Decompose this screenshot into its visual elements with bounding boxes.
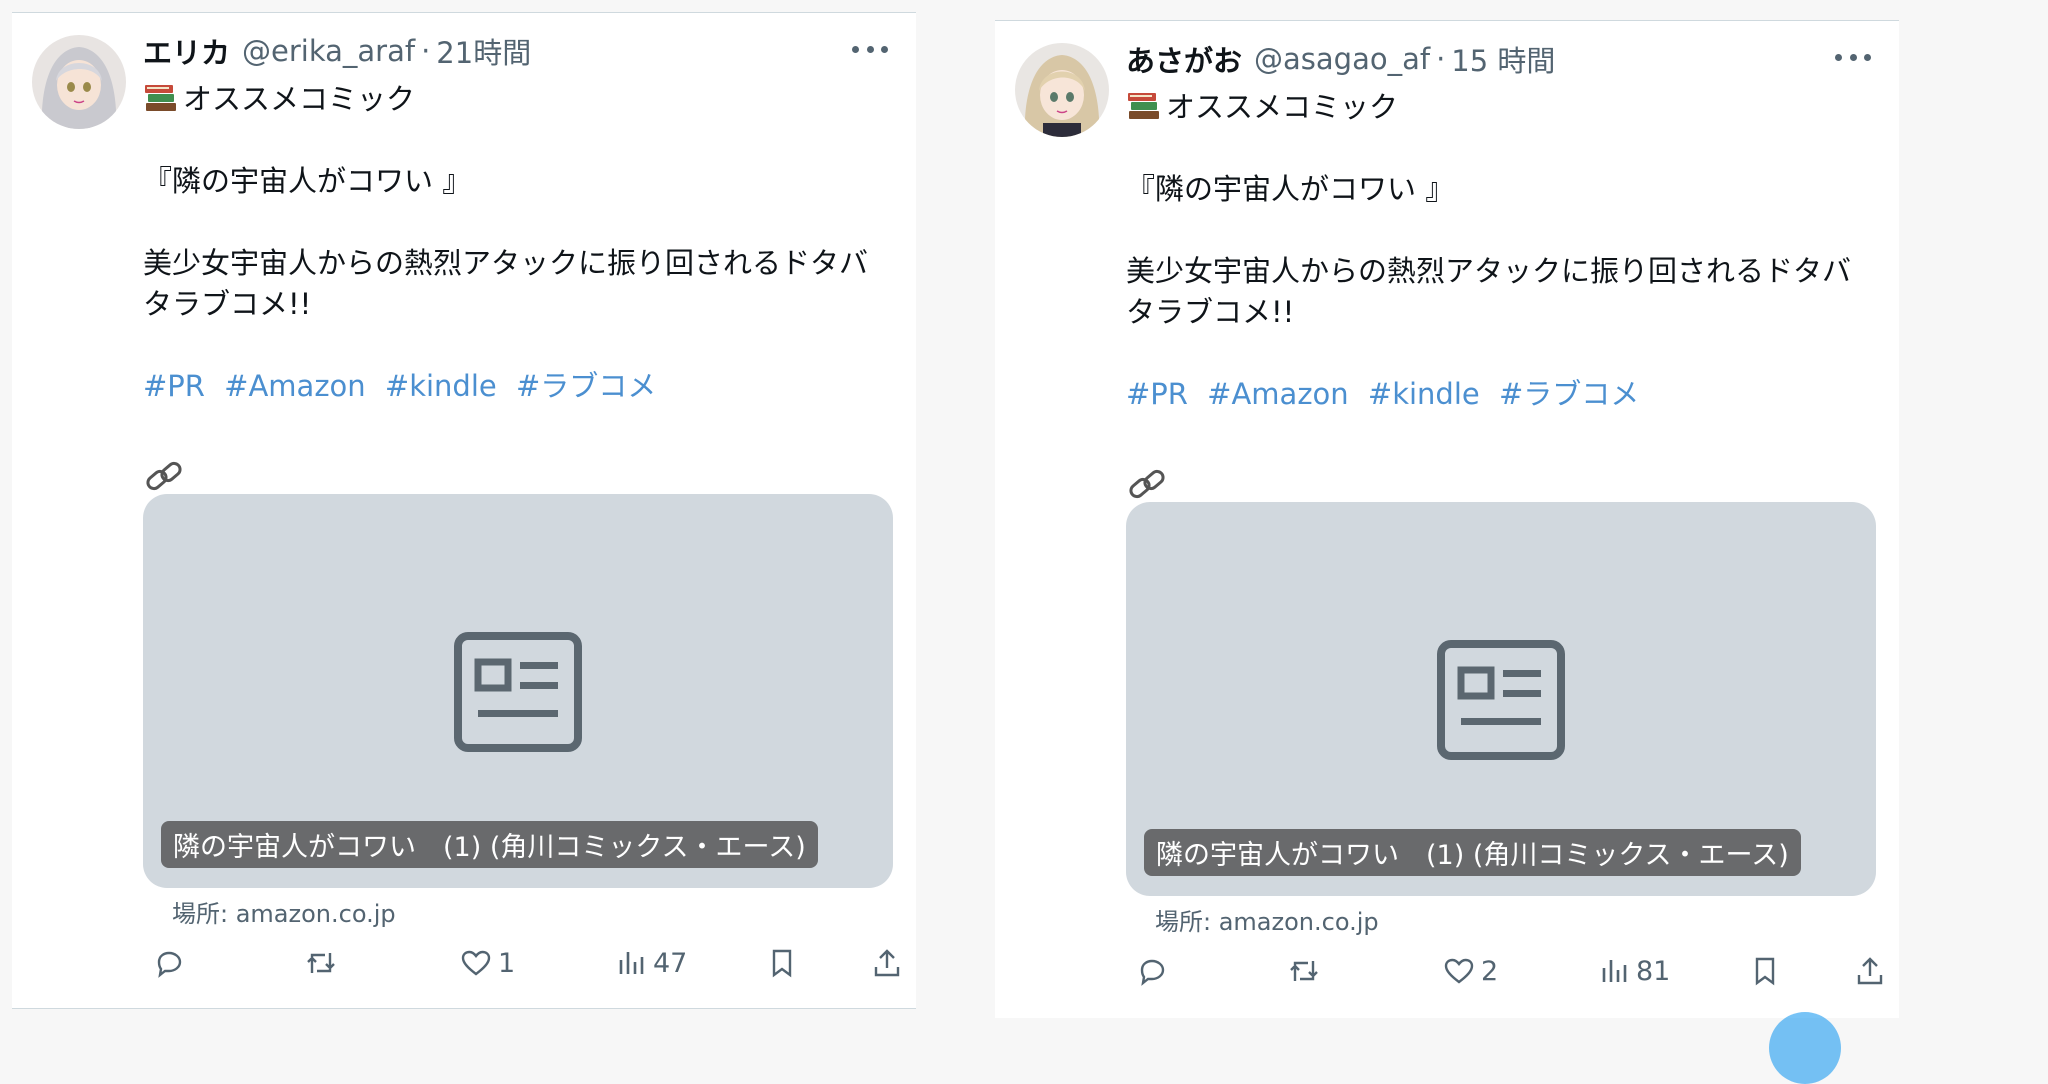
hashtag-amazon[interactable]: #Amazon bbox=[224, 369, 366, 403]
article-icon bbox=[1437, 640, 1565, 760]
link-card[interactable]: 隣の宇宙人がコワい (1) (角川コミックス・エース) bbox=[143, 494, 893, 888]
card-title: 隣の宇宙人がコワい (1) (角川コミックス・エース) bbox=[161, 821, 818, 868]
bookmark-button[interactable] bbox=[1749, 951, 1781, 991]
separator-dot: · bbox=[421, 34, 431, 68]
card-source[interactable]: 場所: amazon.co.jp bbox=[1155, 902, 1379, 937]
views-button[interactable]: 47 bbox=[615, 943, 687, 983]
retweet-button[interactable] bbox=[305, 943, 343, 983]
hashtag-lovecome[interactable]: #ラブコメ bbox=[516, 369, 656, 403]
bookmark-icon bbox=[1755, 957, 1775, 986]
bookmark-button[interactable] bbox=[766, 943, 798, 983]
views-icon bbox=[1602, 960, 1627, 982]
reply-icon bbox=[157, 951, 182, 978]
description-line-2: タラブコメ!! bbox=[143, 287, 312, 321]
link-card[interactable]: 隣の宇宙人がコワい (1) (角川コミックス・エース) bbox=[1126, 502, 1876, 896]
tweet-header: エリカ @erika_araf · 21時間 bbox=[143, 29, 896, 73]
category-text: オススメコミック bbox=[183, 82, 416, 116]
card-source[interactable]: 場所: amazon.co.jp bbox=[172, 894, 396, 929]
display-name[interactable]: あさがお bbox=[1126, 38, 1242, 80]
action-bar: 2 81 bbox=[1126, 951, 1886, 991]
user-handle[interactable]: @erika_araf bbox=[242, 34, 415, 68]
views-icon bbox=[619, 952, 644, 974]
share-icon bbox=[874, 949, 900, 977]
tweet-header: あさがお @asagao_af · 15 時間 bbox=[1126, 37, 1879, 81]
avatar[interactable] bbox=[1015, 43, 1109, 137]
books-emoji-icon bbox=[1128, 93, 1159, 119]
reply-icon bbox=[1140, 959, 1165, 986]
category-line: オススメコミック bbox=[1126, 87, 1886, 128]
card-title: 隣の宇宙人がコワい (1) (角川コミックス・エース) bbox=[1144, 829, 1801, 876]
display-name[interactable]: エリカ bbox=[143, 30, 230, 72]
article-icon bbox=[454, 632, 582, 752]
hashtag-pr[interactable]: #PR bbox=[143, 369, 205, 403]
category-line: オススメコミック bbox=[143, 79, 903, 120]
hashtag-kindle[interactable]: #kindle bbox=[1368, 377, 1480, 411]
like-button[interactable]: 1 bbox=[460, 943, 515, 983]
reply-button[interactable] bbox=[1136, 951, 1174, 991]
views-button[interactable]: 81 bbox=[1598, 951, 1670, 991]
more-icon[interactable] bbox=[1835, 49, 1871, 65]
compose-fab[interactable] bbox=[1769, 1012, 1841, 1084]
views-count: 47 bbox=[653, 947, 688, 979]
like-count: 1 bbox=[498, 947, 516, 979]
share-icon bbox=[1857, 957, 1883, 985]
like-count: 2 bbox=[1481, 955, 1499, 987]
bookmark-icon bbox=[772, 949, 792, 978]
hashtag-amazon[interactable]: #Amazon bbox=[1207, 377, 1349, 411]
link-icon bbox=[1129, 469, 1165, 499]
timestamp[interactable]: 21時間 bbox=[436, 30, 531, 72]
avatar[interactable] bbox=[32, 35, 126, 129]
share-button[interactable] bbox=[1854, 951, 1886, 991]
like-icon bbox=[461, 950, 491, 976]
tweet-text: オススメコミック 『隣の宇宙人がコワい 』 美少女宇宙人からの熱烈アタックに振り… bbox=[1126, 87, 1886, 517]
tweet-text: オススメコミック 『隣の宇宙人がコワい 』 美少女宇宙人からの熱烈アタックに振り… bbox=[143, 79, 903, 509]
description-line-1: 美少女宇宙人からの熱烈アタックに振り回されるドタバ bbox=[143, 246, 869, 280]
retweet-button[interactable] bbox=[1288, 951, 1326, 991]
timestamp[interactable]: 15 時間 bbox=[1451, 38, 1555, 80]
user-handle[interactable]: @asagao_af bbox=[1254, 42, 1430, 76]
tweet-erika[interactable]: エリカ @erika_araf · 21時間 オススメコミック 『隣の宇宙人がコ… bbox=[12, 12, 916, 1009]
description-line-1: 美少女宇宙人からの熱烈アタックに振り回されるドタバ bbox=[1126, 254, 1852, 288]
title-line: 『隣の宇宙人がコワい 』 bbox=[1126, 172, 1455, 206]
hashtags: #PR #Amazon #kindle #ラブコメ bbox=[1126, 374, 1886, 415]
books-emoji-icon bbox=[145, 85, 176, 111]
retweet-icon bbox=[307, 953, 335, 973]
title-line: 『隣の宇宙人がコワい 』 bbox=[143, 164, 472, 198]
hashtag-kindle[interactable]: #kindle bbox=[385, 369, 497, 403]
separator-dot: · bbox=[1436, 42, 1446, 76]
tweet-asagao[interactable]: あさがお @asagao_af · 15 時間 オススメコミック 『隣の宇宙人が… bbox=[995, 20, 1899, 1018]
action-bar: 1 47 bbox=[143, 943, 903, 983]
hashtag-pr[interactable]: #PR bbox=[1126, 377, 1188, 411]
share-button[interactable] bbox=[871, 943, 903, 983]
hashtag-lovecome[interactable]: #ラブコメ bbox=[1499, 377, 1639, 411]
retweet-icon bbox=[1290, 961, 1318, 981]
like-button[interactable]: 2 bbox=[1443, 951, 1498, 991]
more-icon[interactable] bbox=[852, 41, 888, 57]
views-count: 81 bbox=[1636, 955, 1671, 987]
like-icon bbox=[1444, 958, 1474, 984]
hashtags: #PR #Amazon #kindle #ラブコメ bbox=[143, 366, 903, 407]
description-line-2: タラブコメ!! bbox=[1126, 295, 1295, 329]
link-icon bbox=[146, 461, 182, 491]
category-text: オススメコミック bbox=[1166, 90, 1399, 124]
reply-button[interactable] bbox=[153, 943, 191, 983]
